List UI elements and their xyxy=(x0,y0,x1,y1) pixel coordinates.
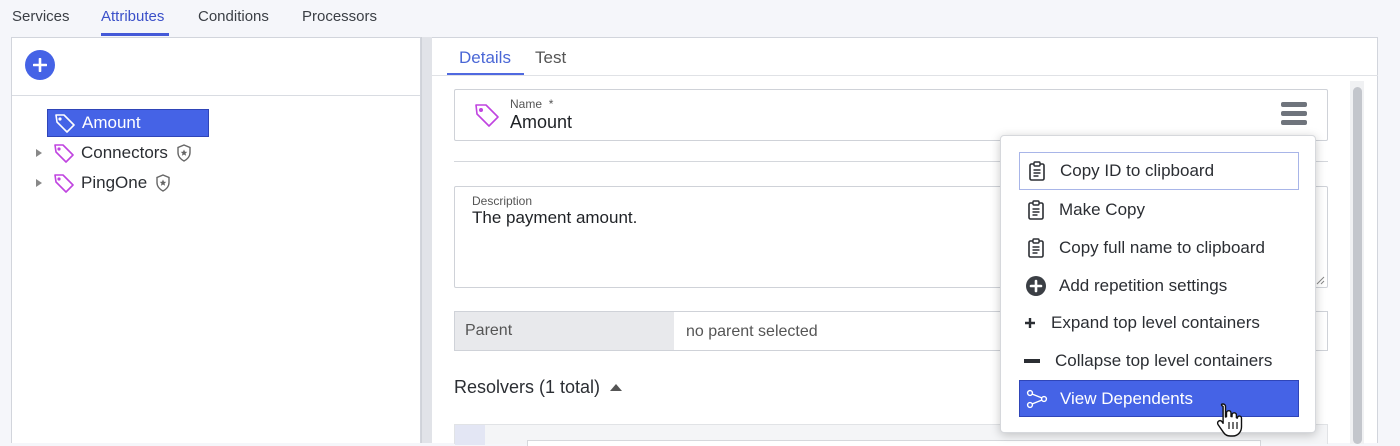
tree-item-pingone[interactable]: PingOne xyxy=(47,169,171,197)
menu-item-label: Collapse top level containers xyxy=(1055,350,1273,370)
tree-item-connectors[interactable]: Connectors xyxy=(47,139,192,167)
menu-item-copy-full-name[interactable]: Copy full name to clipboard xyxy=(1019,229,1299,266)
tree-item-label: Amount xyxy=(82,113,141,132)
top-navigation: Services Attributes Conditions Processor… xyxy=(0,0,1400,36)
tab-test[interactable]: Test xyxy=(535,48,566,68)
tab-processors[interactable]: Processors xyxy=(302,8,377,25)
menu-item-copy-id[interactable]: Copy ID to clipboard xyxy=(1019,152,1299,190)
shield-star-icon xyxy=(176,144,192,162)
description-value: The payment amount. xyxy=(472,208,638,227)
vertical-scrollbar[interactable] xyxy=(1350,81,1364,444)
plus-icon xyxy=(33,58,47,72)
parent-label: Parent xyxy=(455,312,674,350)
add-attribute-button[interactable] xyxy=(25,50,55,80)
name-label: Name * xyxy=(510,97,554,111)
active-tab-underline xyxy=(101,33,169,36)
menu-item-label: Add repetition settings xyxy=(1059,275,1228,295)
tab-details[interactable]: Details xyxy=(459,48,511,68)
expand-caret-icon[interactable] xyxy=(36,179,42,187)
tag-icon xyxy=(53,173,75,193)
clipboard-icon xyxy=(1021,199,1051,220)
menu-item-make-copy[interactable]: Make Copy xyxy=(1019,191,1299,228)
tab-services[interactable]: Services xyxy=(12,8,70,25)
hand-cursor-icon xyxy=(1216,403,1243,437)
name-value: Amount xyxy=(510,112,573,132)
scrollbar-thumb[interactable] xyxy=(1353,87,1362,444)
menu-item-label: Copy ID to clipboard xyxy=(1060,161,1215,180)
collapse-triangle-icon xyxy=(610,384,623,391)
plus-icon xyxy=(1021,317,1039,329)
menu-item-view-dependents[interactable]: View Dependents xyxy=(1019,380,1299,417)
resize-grip-icon[interactable] xyxy=(1315,275,1325,285)
tag-icon xyxy=(53,143,75,163)
tab-attributes[interactable]: Attributes xyxy=(101,8,164,25)
menu-item-label: Copy full name to clipboard xyxy=(1059,237,1266,257)
resolver-drag-handle[interactable] xyxy=(455,425,485,445)
name-field[interactable]: Name * Amount xyxy=(454,89,1328,141)
shield-star-icon xyxy=(155,174,171,192)
menu-item-expand-containers[interactable]: Expand top level containers xyxy=(1019,304,1299,341)
tree-item-label: PingOne xyxy=(81,173,148,192)
menu-item-label: View Dependents xyxy=(1060,388,1193,408)
panel-resize-handle[interactable] xyxy=(421,37,432,443)
attribute-tree-panel: Amount Connectors PingOne xyxy=(11,37,421,443)
minus-icon xyxy=(1021,358,1043,364)
menu-item-add-repetition[interactable]: Add repetition settings xyxy=(1019,267,1299,304)
description-label: Description xyxy=(472,194,533,208)
actions-dropdown-menu: Copy ID to clipboard Make Copy Copy full… xyxy=(1000,135,1316,433)
tree-separator xyxy=(12,95,420,96)
tree-item-amount[interactable]: Amount xyxy=(47,109,209,137)
menu-item-label: Expand top level containers xyxy=(1051,312,1260,332)
menu-item-collapse-containers[interactable]: Collapse top level containers xyxy=(1019,342,1299,379)
expand-caret-icon[interactable] xyxy=(36,149,42,157)
clipboard-icon xyxy=(1022,161,1052,181)
resolvers-label: Resolvers (1 total) xyxy=(454,377,601,397)
clipboard-icon xyxy=(1021,237,1051,258)
tree-item-label: Connectors xyxy=(81,143,168,162)
subtab-separator xyxy=(432,75,1378,76)
resolvers-section-toggle[interactable]: Resolvers (1 total) xyxy=(454,377,623,398)
menu-item-label: Make Copy xyxy=(1059,199,1145,219)
tag-icon xyxy=(473,102,501,133)
tag-icon xyxy=(54,113,76,133)
hamburger-menu-icon[interactable] xyxy=(1281,102,1307,126)
tab-conditions[interactable]: Conditions xyxy=(198,8,269,25)
resolver-input[interactable] xyxy=(527,440,1261,446)
share-icon xyxy=(1022,389,1052,409)
plus-circle-icon xyxy=(1021,275,1051,297)
parent-value: no parent selected xyxy=(686,323,818,340)
